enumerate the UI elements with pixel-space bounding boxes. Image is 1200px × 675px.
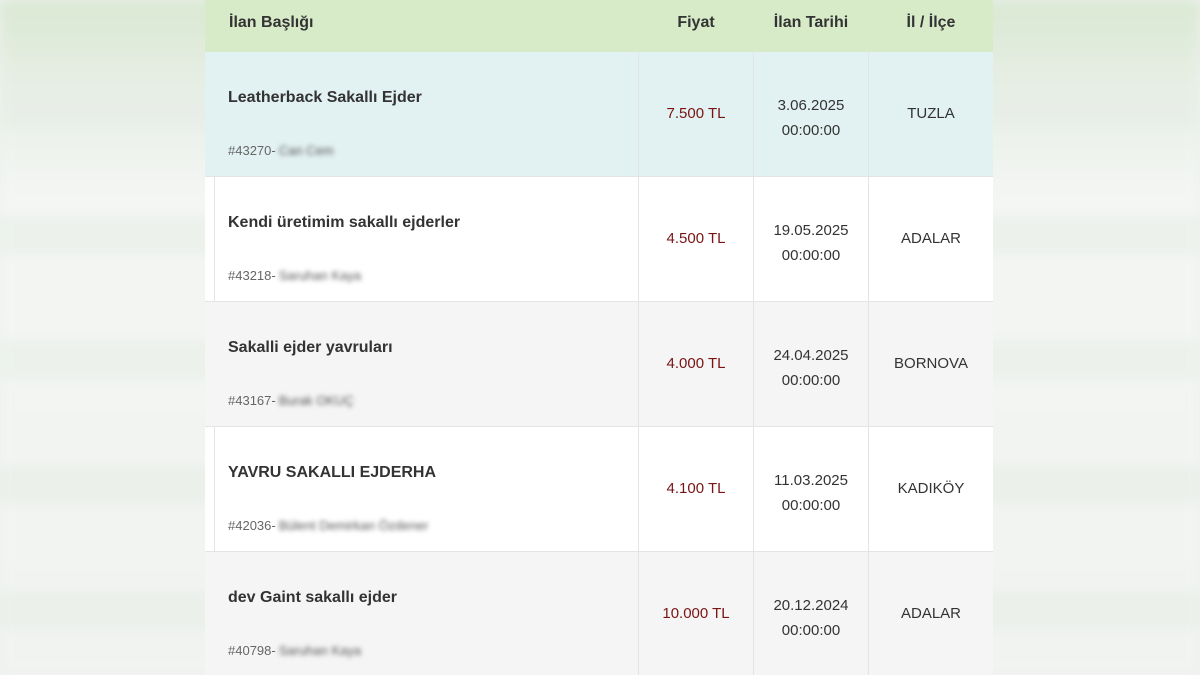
date-value: 20.12.2024 — [773, 597, 849, 614]
listing-date: 20.12.2024 00:00:00 — [754, 593, 868, 643]
time-value: 00:00:00 — [781, 247, 841, 264]
header-price[interactable]: Fiyat — [639, 0, 753, 52]
listing-location: KADIKÖY — [897, 480, 965, 497]
row-left-border — [214, 177, 215, 301]
listing-id: #43270- Can Cem — [228, 143, 334, 158]
listing-number: #43270- — [228, 143, 276, 158]
seller-name: Burak OKUÇ — [278, 393, 354, 408]
table-row[interactable]: Sakalli ejder yavruları #43167- Burak OKU… — [205, 302, 993, 427]
listing-id: #42036- Bülent Demirkan Özdener — [228, 518, 428, 533]
date-value: 24.04.2025 — [773, 347, 849, 364]
listing-date: 11.03.2025 00:00:00 — [754, 468, 868, 518]
listing-price: 4.500 TL — [666, 230, 726, 247]
listing-table: İlan Başlığı Fiyat İlan Tarihi İl / İlçe… — [205, 0, 993, 675]
listing-number: #43167- — [228, 393, 276, 408]
table-row[interactable]: Kendi üretimim sakallı ejderler #43218- S… — [205, 177, 993, 302]
listing-id: #40798- Saruhan Kaya — [228, 643, 361, 658]
header-date[interactable]: İlan Tarihi — [754, 0, 868, 52]
date-value: 11.03.2025 — [774, 472, 848, 489]
listing-location: ADALAR — [900, 230, 962, 247]
listing-date: 24.04.2025 00:00:00 — [754, 343, 868, 393]
listing-title[interactable]: Leatherback Sakallı Ejder — [228, 89, 422, 107]
listing-number: #42036- — [228, 518, 276, 533]
seller-name: Saruhan Kaya — [278, 268, 362, 283]
listing-location: ADALAR — [900, 605, 962, 622]
time-value: 00:00:00 — [781, 622, 841, 639]
listing-title[interactable]: Kendi üretimim sakallı ejderler — [228, 214, 460, 232]
time-value: 00:00:00 — [781, 497, 841, 514]
listing-location: TUZLA — [907, 105, 955, 122]
date-value: 3.06.2025 — [777, 97, 845, 114]
listing-title[interactable]: dev Gaint sakallı ejder — [228, 589, 397, 607]
header-title[interactable]: İlan Başlığı — [229, 0, 313, 52]
listing-title[interactable]: YAVRU SAKALLI EJDERHA — [228, 464, 436, 482]
table-header: İlan Başlığı Fiyat İlan Tarihi İl / İlçe — [205, 0, 993, 52]
listing-number: #43218- — [228, 268, 276, 283]
header-location[interactable]: İl / İlçe — [869, 0, 993, 52]
listing-location: BORNOVA — [894, 355, 968, 372]
listing-price: 10.000 TL — [662, 605, 730, 622]
time-value: 00:00:00 — [781, 122, 841, 139]
seller-name: Saruhan Kaya — [278, 643, 362, 658]
listing-id: #43167- Burak OKUÇ — [228, 393, 354, 408]
listing-id: #43218- Saruhan Kaya — [228, 268, 361, 283]
date-value: 19.05.2025 — [773, 222, 849, 239]
listing-date: 19.05.2025 00:00:00 — [754, 218, 868, 268]
table-row[interactable]: Leatherback Sakallı Ejder #43270- Can Cem… — [205, 52, 993, 177]
listing-price: 4.100 TL — [666, 480, 726, 497]
seller-name: Bülent Demirkan Özdener — [278, 518, 429, 533]
seller-name: Can Cem — [278, 143, 334, 158]
listing-date: 3.06.2025 00:00:00 — [754, 93, 868, 143]
listing-number: #40798- — [228, 643, 276, 658]
row-left-border — [214, 427, 215, 551]
listing-price: 4.000 TL — [666, 355, 726, 372]
table-row[interactable]: dev Gaint sakallı ejder #40798- Saruhan K… — [205, 552, 993, 675]
listing-price: 7.500 TL — [666, 105, 726, 122]
table-row[interactable]: YAVRU SAKALLI EJDERHA #42036- Bülent Demi… — [205, 427, 993, 552]
listing-title[interactable]: Sakalli ejder yavruları — [228, 339, 393, 357]
time-value: 00:00:00 — [781, 372, 841, 389]
